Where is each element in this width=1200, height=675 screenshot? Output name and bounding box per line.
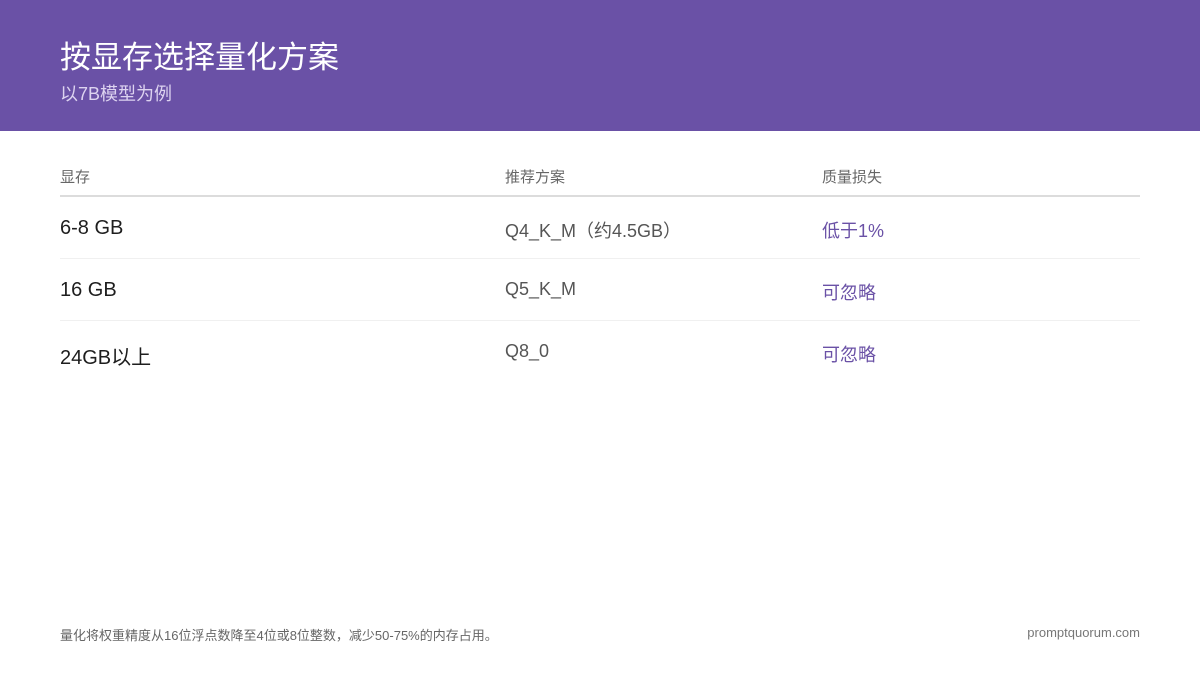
table-header-row: 显存 推荐方案 质量损失 <box>60 160 1140 197</box>
table-row: 24GB以上 Q8_0 可忽略 <box>60 321 1140 382</box>
loss-cell: 可忽略 <box>822 283 876 303</box>
column-header-loss: 质量损失 <box>822 169 883 186</box>
scheme-cell: Q4_K_M（约4.5GB） <box>505 221 682 241</box>
vram-cell: 24GB以上 <box>60 347 152 369</box>
vram-cell: 6-8 GB <box>60 217 124 239</box>
footer-brand: promptquorum.com <box>1027 625 1140 640</box>
column-header-scheme: 推荐方案 <box>505 169 566 186</box>
scheme-cell: Q8_0 <box>505 341 550 361</box>
page-title: 按显存选择量化方案 <box>60 40 339 75</box>
quantization-table: 显存 推荐方案 质量损失 6-8 GB Q4_K_M（约4.5GB） 低于1% … <box>60 160 1140 382</box>
scheme-cell: Q5_K_M <box>505 279 577 299</box>
page-subtitle: 以7B模型为例 <box>60 84 173 104</box>
footer-note: 量化将权重精度从16位浮点数降至4位或8位整数，减少50-75%的内存占用。 <box>60 628 498 643</box>
vram-cell: 16 GB <box>60 279 117 301</box>
table-row: 16 GB Q5_K_M 可忽略 <box>60 259 1140 321</box>
header-banner: 按显存选择量化方案 以7B模型为例 <box>0 0 1200 131</box>
loss-cell: 可忽略 <box>822 345 876 365</box>
column-header-vram: 显存 <box>60 169 91 186</box>
loss-cell: 低于1% <box>822 221 885 241</box>
table-row: 6-8 GB Q4_K_M（约4.5GB） 低于1% <box>60 197 1140 259</box>
